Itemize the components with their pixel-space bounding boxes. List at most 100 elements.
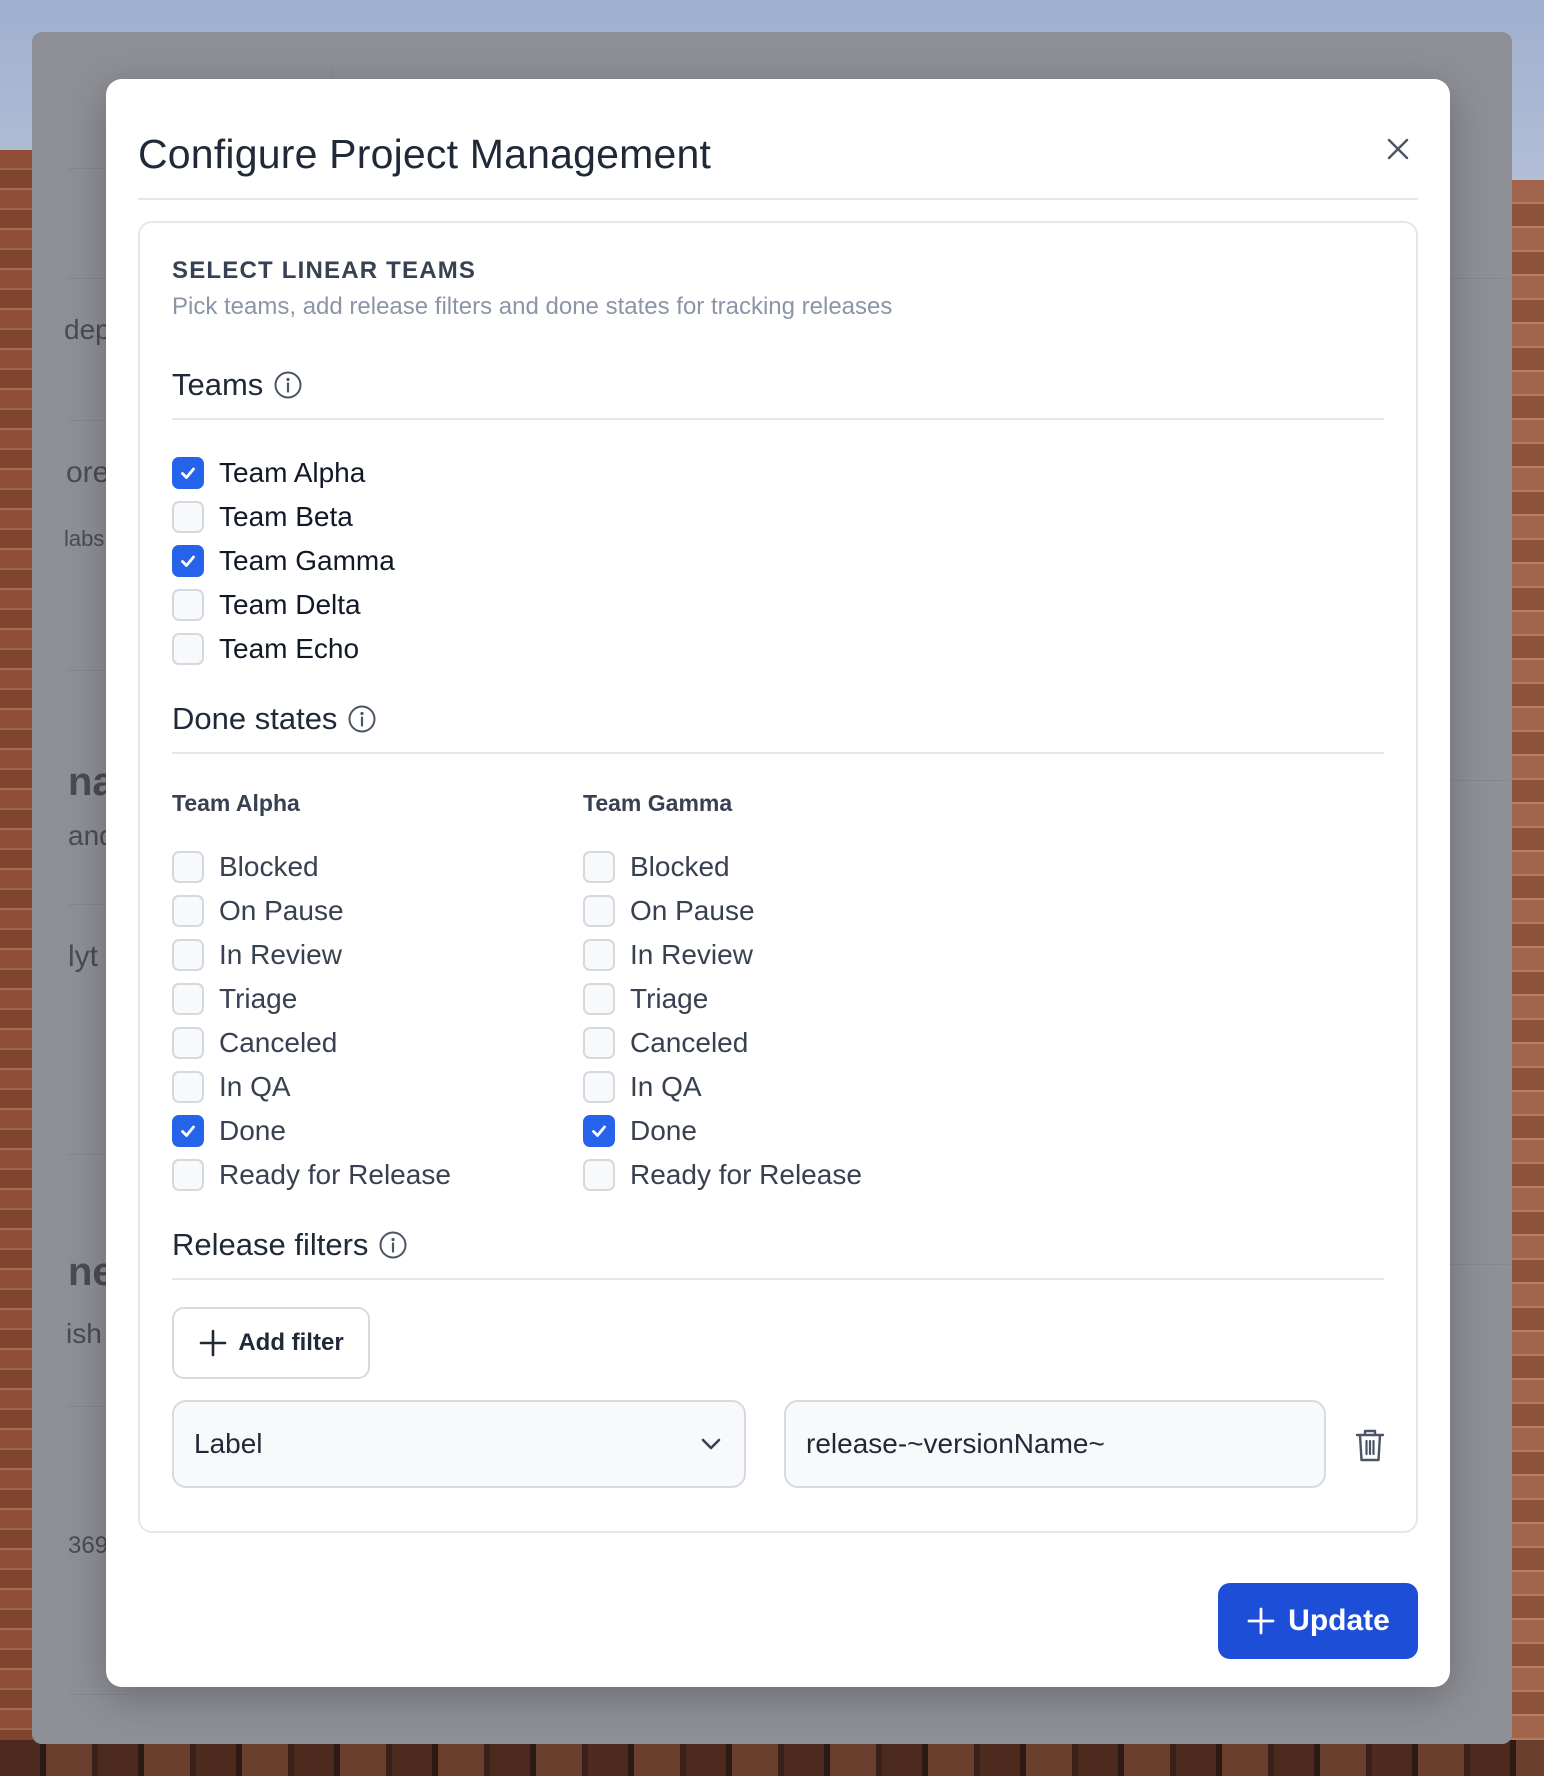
done-state-option[interactable]: Canceled <box>172 1021 451 1065</box>
filter-value-field[interactable] <box>784 1400 1326 1488</box>
checkbox[interactable] <box>583 1071 615 1103</box>
checkbox[interactable] <box>172 895 204 927</box>
done-state-option[interactable]: In Review <box>172 933 451 977</box>
checkbox-label: Done <box>219 1115 286 1146</box>
background-text: ore <box>66 456 110 489</box>
delete-filter-button[interactable] <box>1350 1423 1390 1467</box>
release-filters-title: Release filters <box>172 1227 369 1262</box>
done-state-option[interactable]: In Review <box>583 933 862 977</box>
configure-project-management-dialog: Configure Project Management SELECT LINE… <box>106 79 1450 1687</box>
checkbox[interactable] <box>583 1115 615 1147</box>
plus-icon <box>1247 1607 1275 1635</box>
checkbox[interactable] <box>172 939 204 971</box>
checkbox-label: Canceled <box>219 1027 338 1058</box>
checkbox-label: Ready for Release <box>630 1159 862 1190</box>
checkbox-label: Team Delta <box>219 589 361 620</box>
checkbox[interactable] <box>172 1115 204 1147</box>
checkbox[interactable] <box>172 545 204 577</box>
checkbox[interactable] <box>583 1027 615 1059</box>
done-state-option[interactable]: Done <box>583 1109 862 1153</box>
checkmark-icon <box>181 1125 195 1137</box>
checkbox[interactable] <box>172 1071 204 1103</box>
done-state-option[interactable]: Canceled <box>583 1021 862 1065</box>
info-icon[interactable] <box>273 370 303 400</box>
done-state-option[interactable]: Blocked <box>583 845 862 889</box>
team-option[interactable]: Team Alpha <box>172 451 395 495</box>
checkbox[interactable] <box>172 501 204 533</box>
dialog-title: Configure Project Management <box>138 131 712 177</box>
background-text: 369 <box>68 1532 109 1559</box>
filter-field-value: Label <box>194 1428 263 1459</box>
background-text: labs <box>64 526 105 551</box>
close-icon <box>1387 138 1409 160</box>
done-states-divider <box>172 752 1384 754</box>
info-icon[interactable] <box>347 704 377 734</box>
checkbox-label: Done <box>630 1115 697 1146</box>
close-button[interactable] <box>1378 129 1418 169</box>
done-states-column-header: Team Alpha <box>172 790 300 816</box>
checkbox-label: Blocked <box>219 851 319 882</box>
background-text: lyt <box>68 940 98 973</box>
checkbox-label: Canceled <box>630 1027 749 1058</box>
done-state-option[interactable]: On Pause <box>172 889 451 933</box>
done-state-option[interactable]: In QA <box>583 1065 862 1109</box>
done-state-option[interactable]: Ready for Release <box>583 1153 862 1197</box>
checkbox-label: Blocked <box>630 851 730 882</box>
done-states-list: Blocked On Pause In Review Triage Canceled In… <box>172 845 451 1197</box>
done-states-title: Done states <box>172 701 338 736</box>
trash-icon <box>1355 1429 1385 1462</box>
done-state-option[interactable]: On Pause <box>583 889 862 933</box>
plus-icon <box>200 1329 227 1357</box>
info-icon[interactable] <box>378 1230 408 1260</box>
checkbox[interactable] <box>172 1027 204 1059</box>
checkmark-icon <box>592 1125 606 1137</box>
checkbox[interactable] <box>172 851 204 883</box>
add-filter-button[interactable]: Add filter <box>172 1307 370 1379</box>
done-state-option[interactable]: Blocked <box>172 845 451 889</box>
update-button[interactable]: Update <box>1218 1583 1418 1659</box>
checkbox-label: Team Echo <box>219 633 360 664</box>
team-option[interactable]: Team Echo <box>172 627 395 671</box>
done-state-option[interactable]: Done <box>172 1109 451 1153</box>
done-state-option[interactable]: Ready for Release <box>172 1153 451 1197</box>
checkbox[interactable] <box>583 851 615 883</box>
checkbox-label: On Pause <box>219 895 344 926</box>
filter-field-select[interactable]: Label <box>172 1400 746 1488</box>
done-state-option[interactable]: Triage <box>172 977 451 1021</box>
done-states-header: Done states <box>172 701 377 737</box>
background-brick-right <box>1508 180 1544 1776</box>
background-divider <box>1450 278 1510 279</box>
team-option[interactable]: Team Gamma <box>172 539 395 583</box>
background-text: dep <box>64 314 111 345</box>
done-state-option[interactable]: In QA <box>172 1065 451 1109</box>
add-filter-label: Add filter <box>238 1329 344 1356</box>
done-states-column-header: Team Gamma <box>583 790 733 816</box>
checkbox[interactable] <box>583 895 615 927</box>
checkbox[interactable] <box>583 939 615 971</box>
team-option[interactable]: Team Beta <box>172 495 395 539</box>
checkbox-label: Team Alpha <box>219 457 366 488</box>
checkbox-label: Triage <box>630 983 709 1014</box>
linear-teams-card: SELECT LINEAR TEAMS Pick teams, add rele… <box>138 221 1418 1533</box>
checkbox-label: Ready for Release <box>219 1159 451 1190</box>
checkbox-label: Triage <box>219 983 298 1014</box>
checkbox[interactable] <box>172 983 204 1015</box>
checkbox[interactable] <box>172 589 204 621</box>
teams-list: Team Alpha Team Beta Team Gamma Team Delta T… <box>172 451 395 671</box>
background-divider <box>1450 1264 1510 1265</box>
done-state-option[interactable]: Triage <box>583 977 862 1021</box>
team-option[interactable]: Team Delta <box>172 583 395 627</box>
filter-value-input[interactable] <box>806 1428 1304 1460</box>
section-eyebrow: SELECT LINEAR TEAMS <box>172 257 477 284</box>
done-states-list: Blocked On Pause In Review Triage Canceled In… <box>583 845 862 1197</box>
checkbox[interactable] <box>172 457 204 489</box>
checkbox-label: Team Gamma <box>219 545 395 576</box>
background-divider <box>1450 780 1510 781</box>
checkbox[interactable] <box>172 1159 204 1191</box>
checkbox[interactable] <box>583 983 615 1015</box>
checkmark-icon <box>181 467 195 479</box>
teams-divider <box>172 418 1384 420</box>
checkmark-icon <box>181 555 195 567</box>
checkbox[interactable] <box>172 633 204 665</box>
checkbox[interactable] <box>583 1159 615 1191</box>
